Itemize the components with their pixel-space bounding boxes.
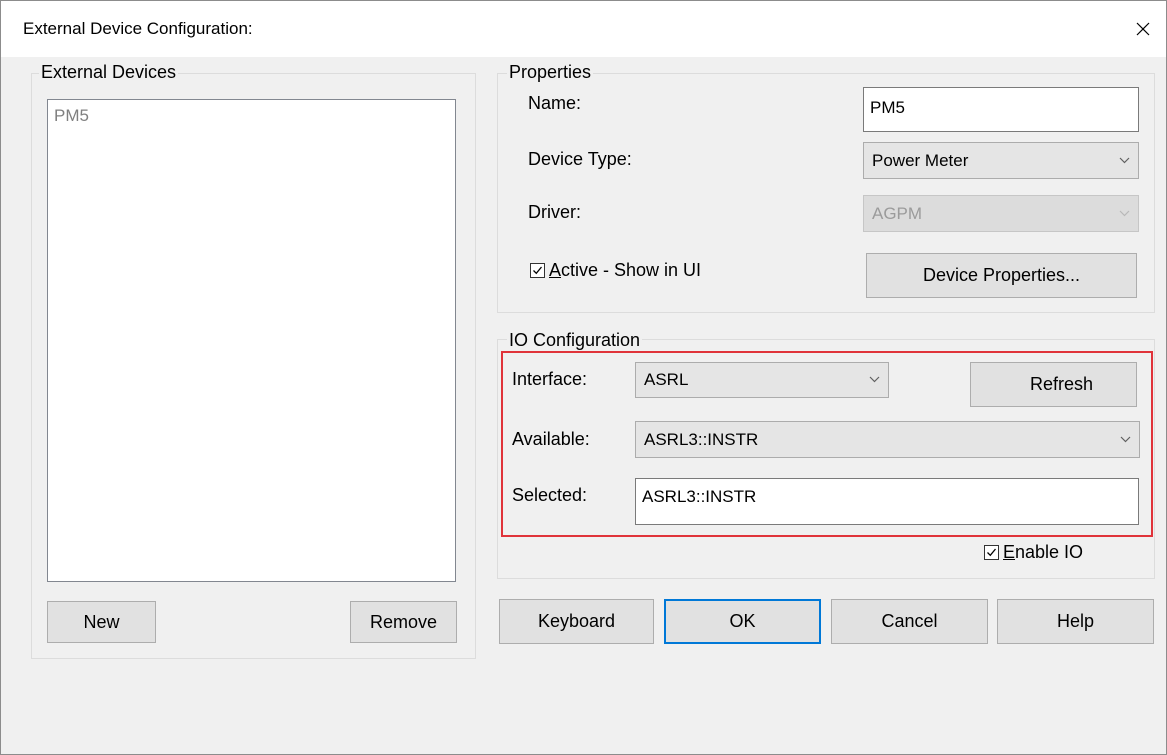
new-button[interactable]: New <box>47 601 156 643</box>
selected-value: ASRL3::INSTR <box>642 487 757 506</box>
driver-label: Driver: <box>528 202 581 222</box>
help-label: Help <box>1056 611 1095 631</box>
cancel-label: Cancel <box>881 611 938 631</box>
title-bar: External Device Configuration: <box>1 1 1166 57</box>
external-devices-list[interactable]: PM5 <box>47 99 456 582</box>
enable-io-checkbox-box[interactable] <box>984 545 999 560</box>
io-configuration-legend: IO Configuration <box>507 330 643 350</box>
driver-select: AGPM <box>863 195 1139 232</box>
name-field-value: PM5 <box>870 98 905 117</box>
close-button[interactable] <box>1120 11 1166 47</box>
interface-label: Interface: <box>512 369 588 389</box>
refresh-button[interactable]: Refresh <box>970 362 1137 407</box>
chevron-down-icon <box>1119 210 1130 216</box>
cancel-button[interactable]: Cancel <box>831 599 988 644</box>
active-show-in-ui-checkbox[interactable]: Active - Show in UI <box>530 260 701 281</box>
active-checkbox-box[interactable] <box>530 263 545 278</box>
enable-io-label-text: nable IO <box>1015 542 1084 562</box>
chevron-down-icon <box>869 376 880 383</box>
device-type-select[interactable]: Power Meter <box>863 142 1139 179</box>
keyboard-label: Keyboard <box>537 611 616 631</box>
interface-select[interactable]: ASRL <box>635 362 889 398</box>
remove-button-label: Remove <box>369 611 438 632</box>
window-title: External Device Configuration: <box>23 19 253 38</box>
available-select[interactable]: ASRL3::INSTR <box>635 421 1140 458</box>
enable-io-checkbox[interactable]: Enable IO <box>984 542 1083 563</box>
properties-legend: Properties <box>507 62 594 82</box>
interface-value: ASRL <box>644 370 689 389</box>
active-label-text: ctive - Show in UI <box>561 260 702 280</box>
help-button[interactable]: Help <box>997 599 1154 644</box>
chevron-down-icon <box>1120 436 1131 442</box>
device-type-label: Device Type: <box>528 149 632 169</box>
ok-button[interactable]: OK <box>664 599 821 644</box>
name-field[interactable]: PM5 <box>863 87 1139 132</box>
available-label: Available: <box>512 429 590 449</box>
device-properties-button[interactable]: Device Properties... <box>866 253 1137 298</box>
dialog-window: External Device Configuration: External … <box>0 0 1167 755</box>
remove-button[interactable]: Remove <box>350 601 457 643</box>
device-type-value: Power Meter <box>872 150 969 170</box>
new-button-label: New <box>83 611 120 632</box>
active-accelerator: A <box>549 260 562 280</box>
close-icon <box>1136 22 1150 36</box>
available-value: ASRL3::INSTR <box>644 429 759 449</box>
selected-label: Selected: <box>512 485 588 505</box>
device-properties-label: Device Properties... <box>922 265 1081 285</box>
enable-io-accelerator: E <box>1003 542 1016 562</box>
external-devices-legend: External Devices <box>39 62 179 82</box>
driver-value: AGPM <box>872 203 923 223</box>
ok-label: OK <box>729 611 756 631</box>
checkmark-icon <box>533 266 543 275</box>
refresh-label: Refresh <box>1029 374 1093 394</box>
name-label: Name: <box>528 93 582 113</box>
keyboard-button[interactable]: Keyboard <box>499 599 654 644</box>
list-item[interactable]: PM5 <box>54 106 89 126</box>
checkmark-icon <box>987 548 997 557</box>
chevron-down-icon <box>1119 157 1130 163</box>
selected-field[interactable]: ASRL3::INSTR <box>635 478 1139 525</box>
